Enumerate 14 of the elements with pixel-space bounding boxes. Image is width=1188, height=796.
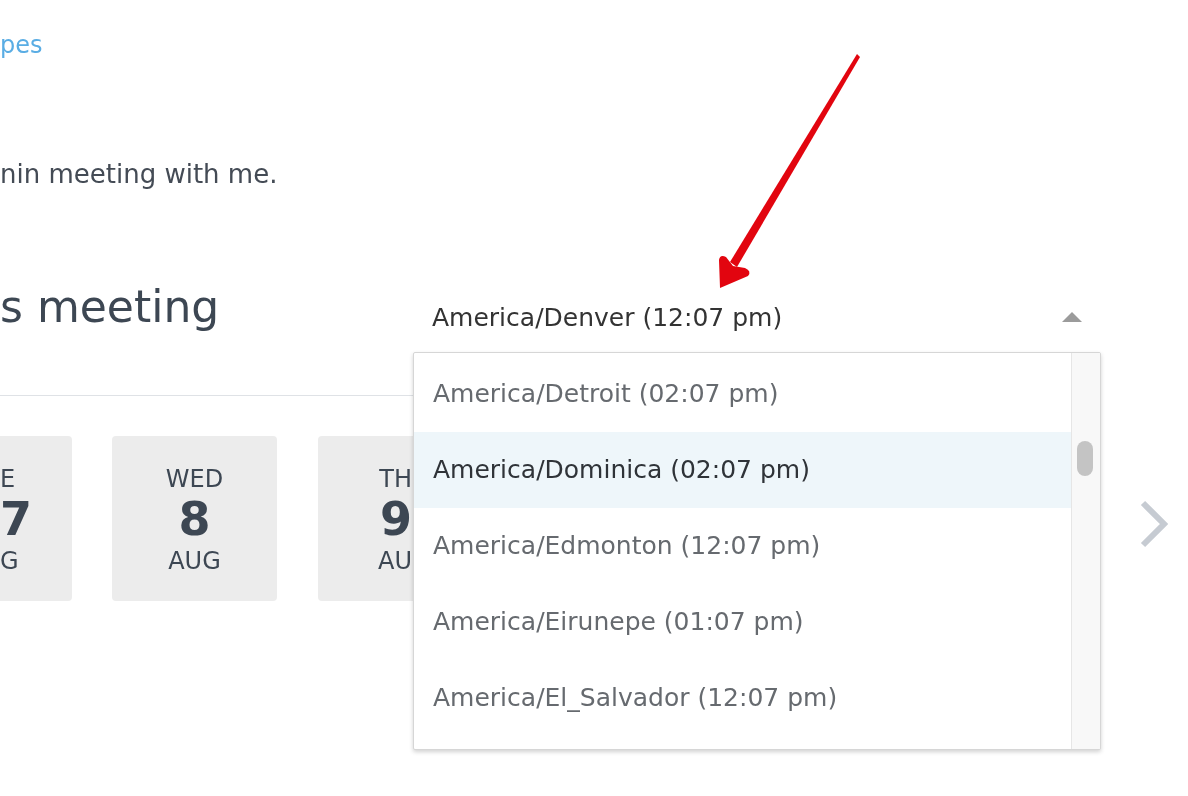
chevron-right-icon bbox=[1140, 500, 1168, 548]
timezone-option[interactable]: America/El_Salvador (12:07 pm) bbox=[414, 660, 1071, 736]
date-button[interactable]: WED 8 AUG bbox=[112, 436, 277, 601]
timezone-option[interactable]: America/Edmonton (12:07 pm) bbox=[414, 508, 1071, 584]
timezone-option[interactable]: America/Detroit (02:07 pm) bbox=[414, 356, 1071, 432]
date-button[interactable]: E 7 G bbox=[0, 436, 72, 601]
description-text: nin meeting with me. bbox=[0, 158, 278, 190]
scrollbar-thumb[interactable] bbox=[1077, 441, 1093, 476]
timezone-option[interactable]: America/Dominica (02:07 pm) bbox=[414, 432, 1071, 508]
timezone-option[interactable]: America/Eirunepe (01:07 pm) bbox=[414, 584, 1071, 660]
page-heading: s meeting bbox=[0, 282, 221, 332]
date-button[interactable]: TH 9 AU bbox=[318, 436, 413, 601]
timezone-select[interactable]: America/Denver (12:07 pm) bbox=[413, 288, 1101, 346]
next-button[interactable] bbox=[1140, 500, 1168, 548]
